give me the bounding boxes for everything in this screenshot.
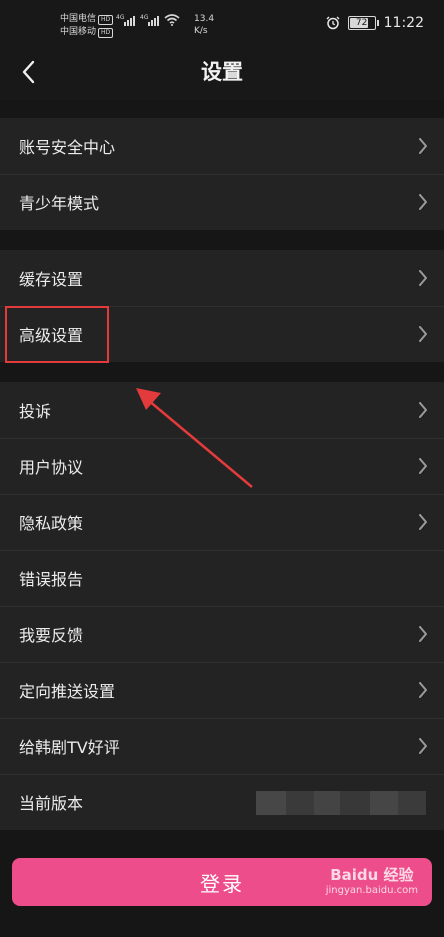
chevron-right-icon: [419, 270, 427, 286]
battery-level: 72: [355, 18, 368, 28]
setting-label: 缓存设置: [19, 270, 84, 289]
battery-icon: 72: [347, 16, 379, 30]
setting-row-feedback[interactable]: 我要反馈: [0, 606, 444, 662]
page-title: 设置: [201, 60, 243, 84]
alarm-icon: [326, 16, 340, 30]
chevron-right-icon: [419, 194, 427, 210]
setting-label: 定向推送设置: [19, 682, 116, 701]
setting-row-current-version: 当前版本: [0, 774, 444, 830]
status-bar: 中国电信 HD 中国移动 HD 4G 4G 13.4 K/s 72 11:22: [0, 0, 444, 44]
setting-row-account-security[interactable]: 账号安全中心: [0, 118, 444, 174]
speed-value: 13.4: [194, 14, 215, 24]
chevron-right-icon: [419, 682, 427, 698]
hd-badge: HD: [98, 27, 114, 38]
setting-row-targeted-push[interactable]: 定向推送设置: [0, 662, 444, 718]
login-button-label: 登录: [200, 871, 244, 896]
setting-label: 用户协议: [19, 458, 84, 477]
setting-row-teen-mode[interactable]: 青少年模式: [0, 174, 444, 230]
wifi-icon: [164, 14, 180, 26]
chevron-right-icon: [419, 738, 427, 754]
hd-badge: HD: [98, 14, 114, 25]
chevron-right-icon: [419, 626, 427, 642]
setting-label: 账号安全中心: [19, 138, 116, 157]
carrier-info: 中国电信 HD 中国移动 HD: [60, 13, 114, 39]
watermark-url: jingyan.baidu.com: [325, 885, 418, 896]
version-value-blurred: [256, 791, 426, 815]
chevron-right-icon: [419, 138, 427, 154]
setting-row-user-agreement[interactable]: 用户协议: [0, 438, 444, 494]
settings-group-misc: 投诉 用户协议 隐私政策 错误报告 我要反馈 定向推送设置 给韩剧TV好评 当前…: [0, 382, 444, 830]
chevron-right-icon: [419, 514, 427, 530]
setting-label: 青少年模式: [19, 194, 100, 213]
chevron-right-icon: [419, 326, 427, 342]
setting-label: 给韩剧TV好评: [19, 738, 120, 757]
setting-label: 当前版本: [19, 794, 84, 813]
highlight-box-annotation: [5, 306, 109, 363]
carrier-2: 中国移动: [60, 27, 97, 37]
signal-icons: 4G 4G: [116, 14, 180, 26]
signal-icon: 4G: [140, 14, 159, 26]
setting-label: 隐私政策: [19, 514, 84, 533]
setting-row-rate-app[interactable]: 给韩剧TV好评: [0, 718, 444, 774]
setting-label: 投诉: [19, 402, 52, 421]
signal-icon: 4G: [116, 14, 135, 26]
chevron-right-icon: [419, 458, 427, 474]
baidu-watermark: Baidu 经验 jingyan.baidu.com: [326, 866, 418, 897]
settings-group-account: 账号安全中心 青少年模式: [0, 118, 444, 230]
setting-row-error-report[interactable]: 错误报告: [0, 550, 444, 606]
setting-row-privacy-policy[interactable]: 隐私政策: [0, 494, 444, 550]
carrier-1: 中国电信: [60, 14, 97, 24]
network-type: 4G: [116, 14, 125, 21]
setting-row-cache[interactable]: 缓存设置: [0, 250, 444, 306]
network-type: 4G: [140, 14, 149, 21]
status-right: 72 11:22: [326, 15, 424, 31]
setting-label: 错误报告: [19, 570, 84, 589]
clock: 11:22: [383, 15, 424, 31]
nav-header: 设置: [0, 44, 444, 100]
network-speed: 13.4 K/s: [194, 13, 214, 37]
watermark-brand: Baidu 经验: [330, 866, 414, 884]
speed-unit: K/s: [194, 26, 208, 36]
setting-label: 我要反馈: [19, 626, 84, 645]
setting-row-complaint[interactable]: 投诉: [0, 382, 444, 438]
chevron-right-icon: [419, 402, 427, 418]
